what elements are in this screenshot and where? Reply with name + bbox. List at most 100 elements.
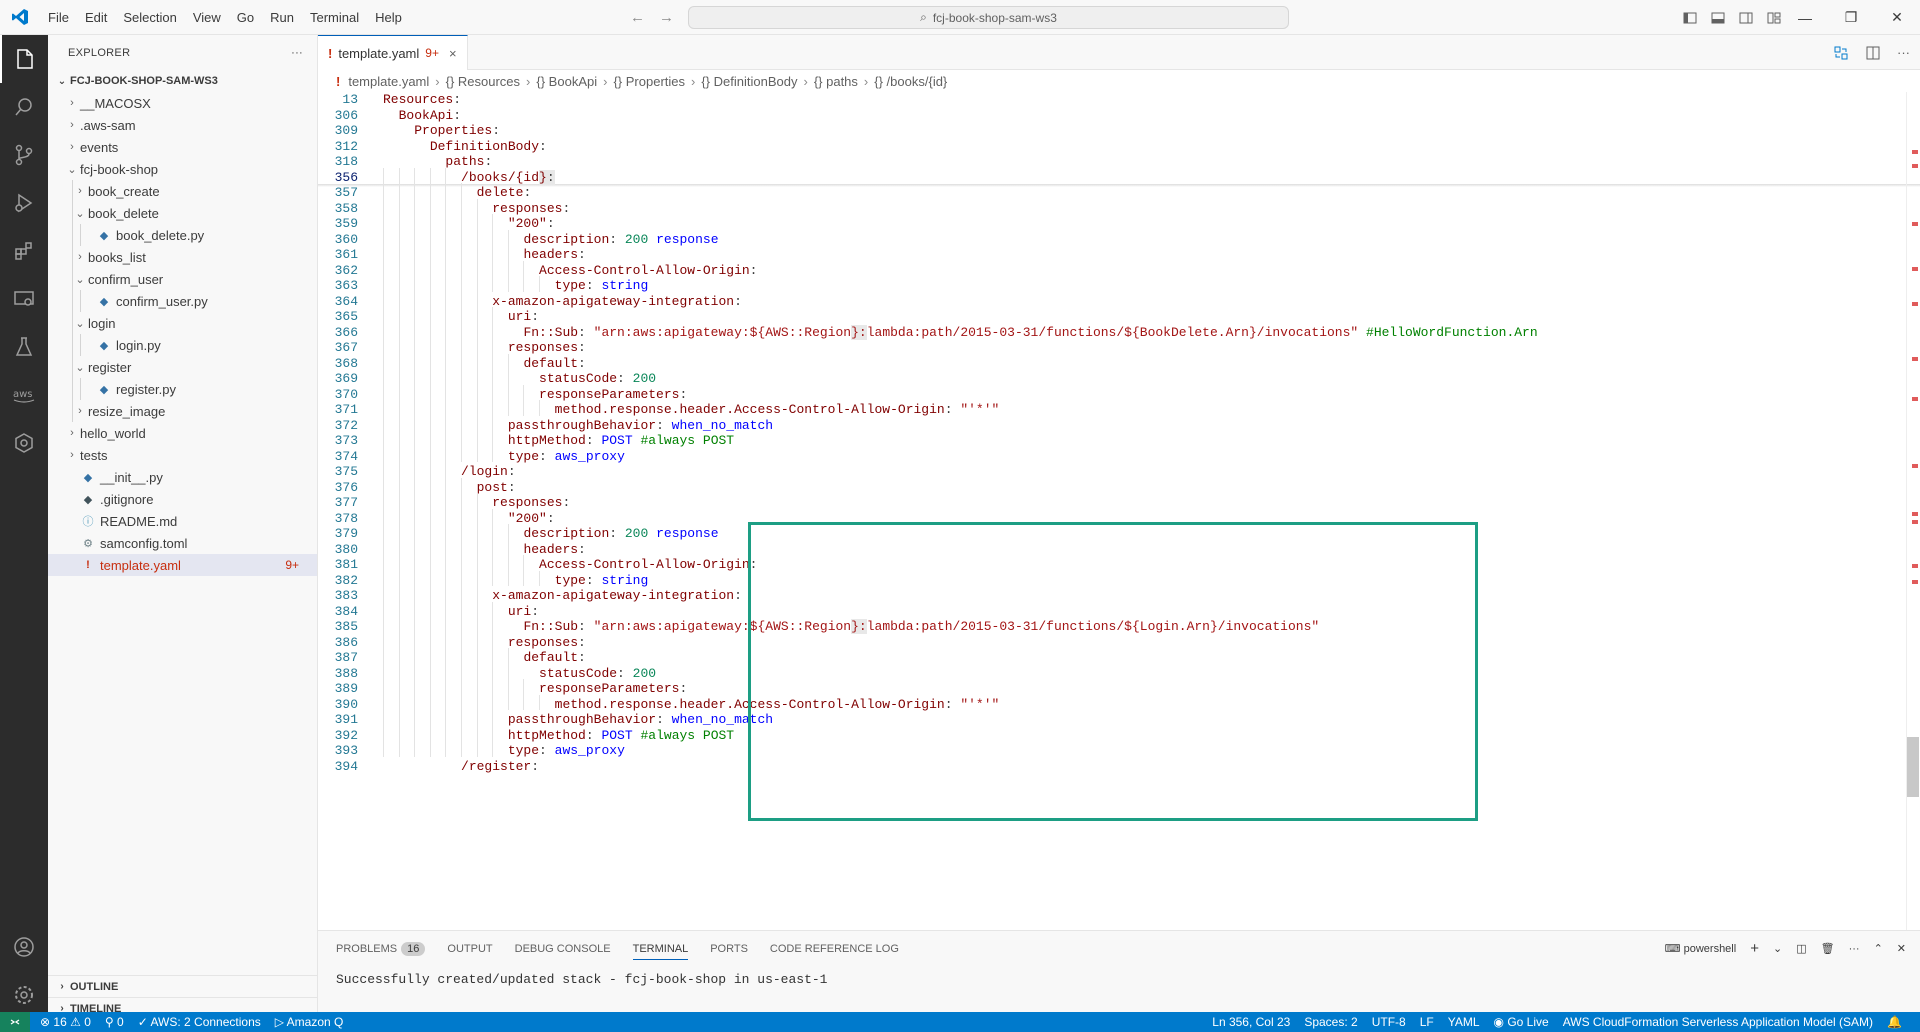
explorer-more-actions[interactable]: ··· bbox=[291, 47, 303, 59]
menu-view[interactable]: View bbox=[185, 0, 229, 35]
remote-explorer-icon[interactable] bbox=[0, 275, 48, 323]
split-editor-icon[interactable] bbox=[1865, 45, 1881, 61]
restore-icon[interactable]: ❐ bbox=[1828, 0, 1874, 35]
cursor-position[interactable]: Ln 356, Col 23 bbox=[1212, 1015, 1290, 1029]
compare-changes-icon[interactable] bbox=[1833, 45, 1849, 61]
accounts-icon[interactable] bbox=[0, 923, 48, 971]
split-terminal-icon[interactable]: ◫ bbox=[1796, 942, 1806, 955]
error-marker bbox=[1912, 580, 1918, 584]
testing-icon[interactable] bbox=[0, 323, 48, 371]
customize-layout-icon[interactable] bbox=[1767, 11, 1781, 25]
tab-problems[interactable]: PROBLEMS 16 bbox=[336, 941, 426, 956]
remote-indicator-icon[interactable] bbox=[0, 1012, 30, 1032]
tab-template-yaml[interactable]: ! template.yaml 9+ × bbox=[318, 35, 468, 70]
extensions-icon[interactable] bbox=[0, 227, 48, 275]
menu-file[interactable]: File bbox=[40, 0, 77, 35]
tree-folder[interactable]: ⌄ register bbox=[48, 356, 317, 378]
scrollbar-thumb[interactable] bbox=[1907, 737, 1919, 797]
tab-debug-console[interactable]: DEBUG CONSOLE bbox=[515, 943, 611, 955]
tree-file[interactable]: ◆ register.py bbox=[48, 378, 317, 400]
tree-folder[interactable]: › .aws-sam bbox=[48, 114, 317, 136]
notifications-bell-icon[interactable]: 🔔 bbox=[1887, 1015, 1902, 1029]
arrow-left-icon[interactable]: ← bbox=[630, 9, 645, 26]
tree-folder[interactable]: › book_create bbox=[48, 180, 317, 202]
menu-help[interactable]: Help bbox=[367, 0, 410, 35]
tree-file[interactable]: ⓘ README.md bbox=[48, 510, 317, 532]
language-mode[interactable]: YAML bbox=[1448, 1015, 1480, 1029]
overview-ruler[interactable] bbox=[1906, 92, 1920, 930]
minimize-icon[interactable]: — bbox=[1782, 0, 1828, 35]
end-of-line[interactable]: LF bbox=[1420, 1015, 1434, 1029]
more-actions-icon[interactable]: ··· bbox=[1849, 943, 1860, 955]
tree-folder[interactable]: ⌄ fcj-book-shop bbox=[48, 158, 317, 180]
search-activity-icon[interactable] bbox=[0, 83, 48, 131]
problems-status[interactable]: ⊗ 16 ⚠ 0 bbox=[40, 1015, 91, 1029]
indentation[interactable]: Spaces: 2 bbox=[1304, 1015, 1357, 1029]
menu-go[interactable]: Go bbox=[229, 0, 262, 35]
breadcrumb-item[interactable]: template.yaml bbox=[348, 74, 429, 89]
encoding[interactable]: UTF-8 bbox=[1372, 1015, 1406, 1029]
tree-file[interactable]: ◆ book_delete.py bbox=[48, 224, 317, 246]
breadcrumb-item[interactable]: {} DefinitionBody bbox=[701, 74, 797, 89]
breadcrumb-item[interactable]: {} /books/{id} bbox=[874, 74, 947, 89]
run-debug-icon[interactable] bbox=[0, 179, 48, 227]
breadcrumb-item[interactable]: {} Properties bbox=[613, 74, 685, 89]
tree-folder[interactable]: › tests bbox=[48, 444, 317, 466]
vscode-logo-icon bbox=[0, 0, 40, 35]
tree-file[interactable]: ! template.yaml 9+ bbox=[48, 554, 317, 576]
menu-edit[interactable]: Edit bbox=[77, 0, 115, 35]
terminal-shell-selector[interactable]: ⌨ powershell bbox=[1665, 942, 1737, 955]
new-terminal-icon[interactable]: + bbox=[1750, 940, 1759, 957]
menu-run[interactable]: Run bbox=[262, 0, 302, 35]
tree-folder[interactable]: › __MACOSX bbox=[48, 92, 317, 114]
close-panel-icon[interactable]: ✕ bbox=[1897, 942, 1906, 955]
breadcrumb-item[interactable]: {} Resources bbox=[446, 74, 520, 89]
go-live-status[interactable]: ◉ Go Live bbox=[1494, 1015, 1549, 1029]
aws-icon[interactable]: aws bbox=[0, 371, 48, 419]
tab-terminal[interactable]: TERMINAL bbox=[632, 943, 689, 960]
toggle-secondary-sidebar-icon[interactable] bbox=[1739, 11, 1753, 25]
tab-output[interactable]: OUTPUT bbox=[447, 943, 492, 955]
tree-file[interactable]: ◆ confirm_user.py bbox=[48, 290, 317, 312]
amazon-q-icon[interactable] bbox=[0, 419, 48, 467]
tree-folder[interactable]: ⌄ book_delete bbox=[48, 202, 317, 224]
ports-status[interactable]: ⚲ 0 bbox=[105, 1015, 124, 1029]
tab-ports[interactable]: PORTS bbox=[710, 943, 748, 955]
yaml-schema-status[interactable]: AWS CloudFormation Serverless Applicatio… bbox=[1563, 1015, 1873, 1029]
trash-icon[interactable]: 🗑 bbox=[1821, 942, 1835, 955]
explorer-icon[interactable] bbox=[0, 35, 48, 83]
close-window-icon[interactable]: ✕ bbox=[1874, 0, 1920, 35]
toggle-sidebar-icon[interactable] bbox=[1683, 11, 1697, 25]
command-center-search[interactable]: ⌕ fcj-book-shop-sam-ws3 bbox=[688, 6, 1289, 29]
more-actions-icon[interactable]: ··· bbox=[1897, 45, 1910, 60]
tree-item-label: register bbox=[88, 359, 132, 375]
menu-terminal[interactable]: Terminal bbox=[302, 0, 367, 35]
tree-folder[interactable]: › hello_world bbox=[48, 422, 317, 444]
tree-folder[interactable]: › books_list bbox=[48, 246, 317, 268]
tree-file[interactable]: ⚙ samconfig.toml bbox=[48, 532, 317, 554]
python-file-icon: ◆ bbox=[99, 295, 109, 308]
tree-folder[interactable]: ⌄ confirm_user bbox=[48, 268, 317, 290]
aws-connections-status[interactable]: ✓ AWS: 2 Connections bbox=[138, 1015, 261, 1029]
tree-folder[interactable]: › resize_image bbox=[48, 400, 317, 422]
tree-item-label: __init__.py bbox=[100, 469, 163, 485]
close-icon[interactable]: × bbox=[449, 46, 457, 61]
menu-selection[interactable]: Selection bbox=[115, 0, 184, 35]
tree-folder[interactable]: › events bbox=[48, 136, 317, 158]
breadcrumb-item[interactable]: {} paths bbox=[814, 74, 858, 89]
terminal-output[interactable]: Successfully created/updated stack - fcj… bbox=[318, 970, 1920, 990]
tree-file[interactable]: ◆ .gitignore bbox=[48, 488, 317, 510]
chevron-down-icon[interactable]: ⌄ bbox=[1773, 942, 1782, 955]
tree-file[interactable]: ◆ login.py bbox=[48, 334, 317, 356]
workspace-root[interactable]: ⌄ FCJ-BOOK-SHOP-SAM-WS3 bbox=[48, 70, 317, 92]
toggle-panel-icon[interactable] bbox=[1711, 11, 1725, 25]
tree-file[interactable]: ◆ __init__.py bbox=[48, 466, 317, 488]
outline-section[interactable]: › OUTLINE bbox=[48, 975, 317, 997]
amazon-q-status[interactable]: ▷ Amazon Q bbox=[275, 1015, 344, 1029]
maximize-panel-icon[interactable]: ⌃ bbox=[1874, 942, 1883, 955]
tree-folder[interactable]: ⌄ login bbox=[48, 312, 317, 334]
arrow-right-icon[interactable]: → bbox=[659, 9, 674, 26]
tab-code-reference-log[interactable]: CODE REFERENCE LOG bbox=[770, 943, 899, 955]
source-control-icon[interactable] bbox=[0, 131, 48, 179]
breadcrumb-item[interactable]: {} BookApi bbox=[536, 74, 597, 89]
